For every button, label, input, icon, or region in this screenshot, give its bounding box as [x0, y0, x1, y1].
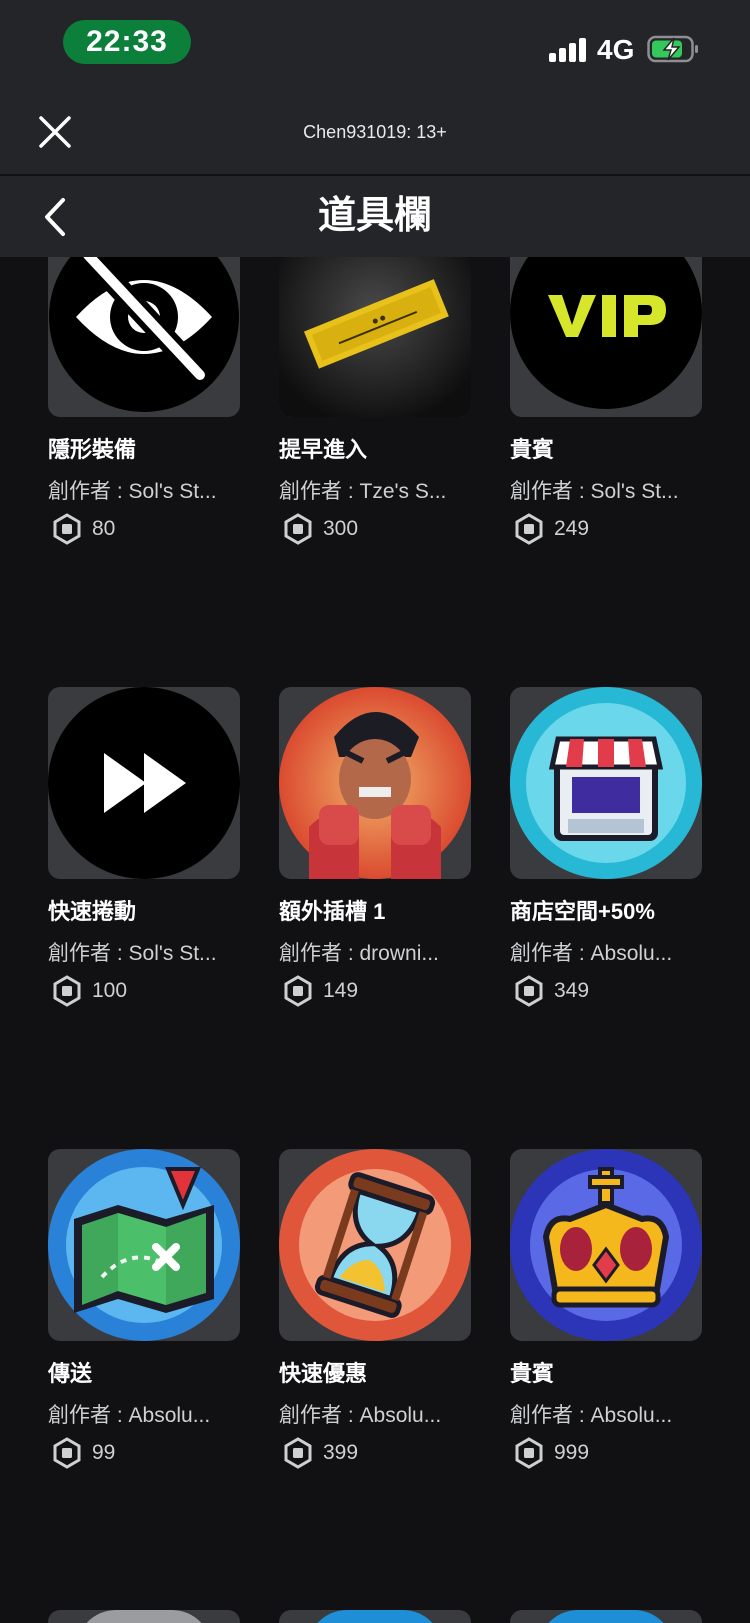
item-price: 149 [283, 974, 358, 1008]
item-card-partial[interactable] [510, 1610, 702, 1623]
item-price: 100 [52, 974, 127, 1008]
item-creator: 創作者 : Sol's St... [48, 480, 217, 503]
item-name: 傳送 [48, 1361, 93, 1386]
price-value: 80 [92, 517, 116, 540]
price-value: 149 [323, 979, 359, 1002]
page-title: 道具欄 [317, 195, 432, 237]
robux-icon [515, 975, 543, 1007]
item-thumbnail [48, 1149, 240, 1341]
robux-icon [53, 1437, 81, 1469]
item-creator: 創作者 : Tze's S... [279, 480, 447, 503]
robux-icon [284, 1437, 312, 1469]
item-creator: 創作者 : Absolu... [48, 1404, 211, 1427]
item-price: 300 [283, 512, 358, 546]
item-price: 999 [514, 1436, 589, 1470]
price-value: 399 [323, 1441, 359, 1464]
item-price: 99 [52, 1436, 115, 1470]
item-card-partial[interactable] [279, 1610, 471, 1623]
price-value: 300 [323, 517, 359, 540]
crown-icon [510, 1149, 702, 1341]
item-name: 快速優惠 [279, 1361, 368, 1386]
item-price: 349 [514, 974, 589, 1008]
robux-icon [53, 975, 81, 1007]
item-thumbnail-partial [307, 1610, 443, 1623]
item-name: 額外插槽 1 [279, 899, 386, 924]
item-thumbnail [510, 1149, 702, 1341]
item-name: 提早進入 [279, 437, 368, 462]
robux-icon [515, 1437, 543, 1469]
price-value: 349 [554, 979, 590, 1002]
fighter-portrait-icon [279, 687, 471, 879]
price-value: 99 [92, 1441, 116, 1464]
header-divider [0, 174, 750, 176]
status-time: 22:33 [63, 20, 191, 64]
robux-icon [284, 975, 312, 1007]
item-price: 80 [52, 512, 115, 546]
hourglass-icon [279, 1149, 471, 1341]
item-creator: 創作者 : Sol's St... [48, 942, 217, 965]
item-thumbnail-partial [538, 1610, 674, 1623]
network-type: 4G [597, 34, 635, 65]
item-name: 貴賓 [510, 437, 555, 462]
item-creator: 創作者 : Absolu... [510, 1404, 673, 1427]
item-creator: 創作者 : drowni... [279, 942, 439, 965]
item-thumbnail [279, 687, 471, 879]
item-price: 399 [283, 1436, 358, 1470]
robux-icon [515, 513, 543, 545]
robux-icon [284, 513, 312, 545]
item-creator: 創作者 : Absolu... [279, 1404, 442, 1427]
signal-strength-icon [549, 38, 587, 62]
item-name: 貴賓 [510, 1361, 555, 1386]
item-thumbnail [279, 1149, 471, 1341]
price-value: 249 [554, 517, 590, 540]
item-thumbnail [510, 687, 702, 879]
robux-icon [53, 513, 81, 545]
item-creator: 創作者 : Absolu... [510, 942, 673, 965]
item-name: 商店空間+50% [510, 899, 655, 924]
item-thumbnail-partial [76, 1610, 212, 1623]
top-bar: 22:33 4G Chen931019: 13+ 道具欄 [0, 0, 750, 257]
fast-forward-icon [48, 687, 240, 879]
item-thumbnail [48, 687, 240, 879]
item-name: 隱形裝備 [48, 437, 137, 462]
item-name: 快速捲動 [48, 899, 137, 924]
item-creator: 創作者 : Sol's St... [510, 480, 679, 503]
price-value: 100 [92, 979, 128, 1002]
price-value: 999 [554, 1441, 590, 1464]
item-price: 249 [514, 512, 589, 546]
battery-charging-icon [647, 35, 698, 63]
storefront-icon [510, 687, 702, 879]
item-card-partial[interactable] [48, 1610, 240, 1623]
account-label: Chen931019: 13+ [303, 122, 447, 142]
map-icon [48, 1149, 240, 1341]
